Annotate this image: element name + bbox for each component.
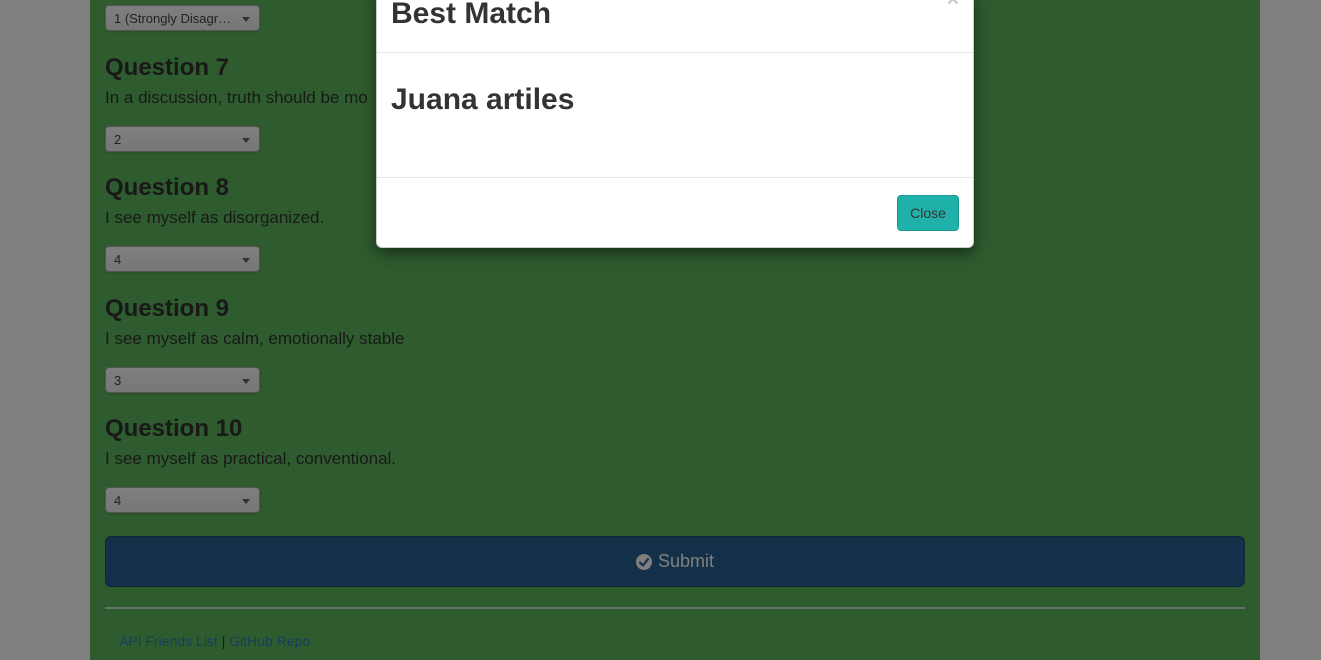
modal-footer: Close	[377, 178, 973, 247]
modal-title: Best Match	[391, 0, 552, 30]
match-name: Juana artiles	[391, 83, 575, 116]
modal-header: Best Match ×	[377, 0, 973, 53]
close-button[interactable]: Close	[897, 195, 959, 231]
best-match-modal: Best Match × Juana artiles Close	[376, 0, 974, 248]
page: 1 (Strongly Disagree) Question 7 In a di…	[0, 0, 1321, 660]
close-icon[interactable]: ×	[947, 0, 959, 10]
modal-body: Juana artiles	[377, 53, 973, 178]
